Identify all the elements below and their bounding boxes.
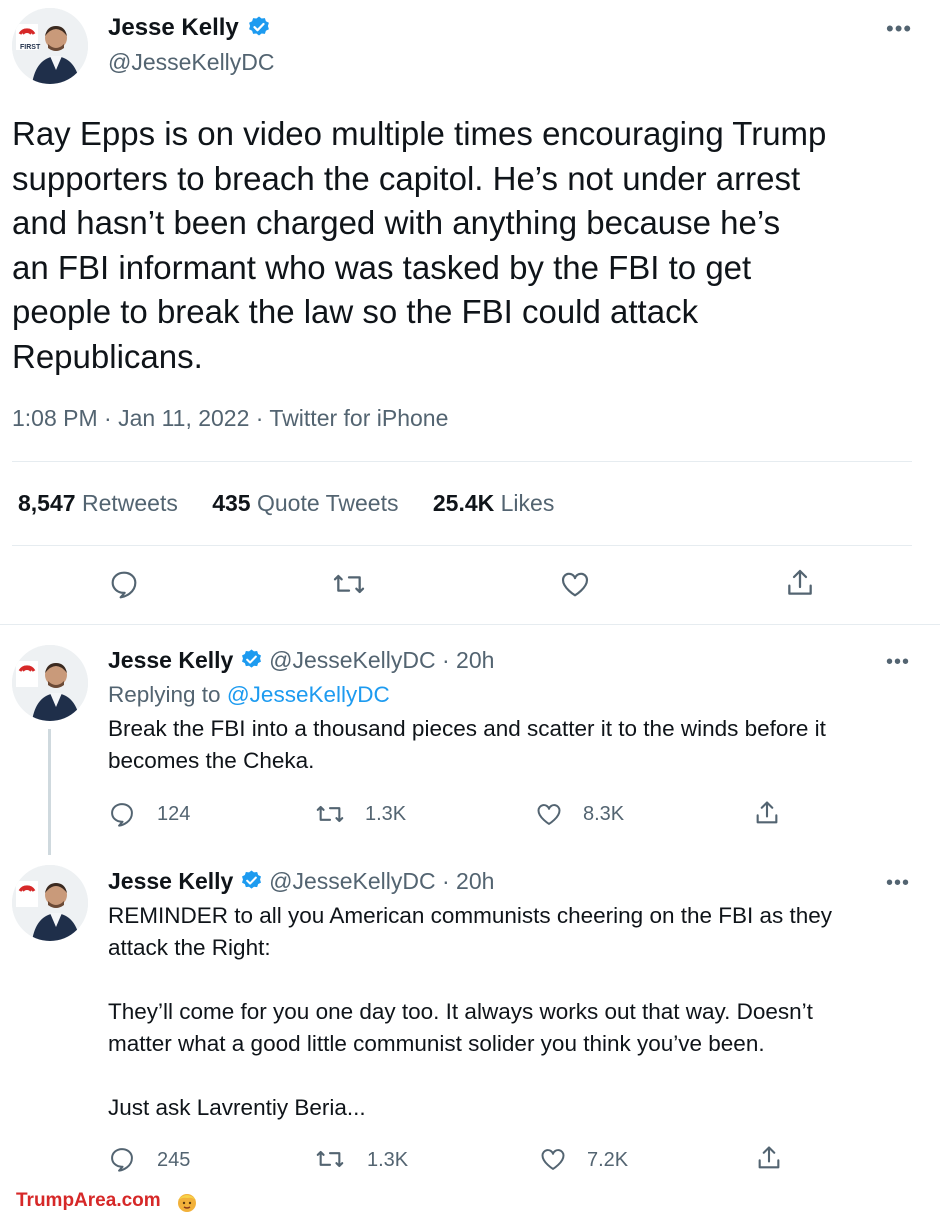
tweet-text: Break the FBI into a thousand pieces and… xyxy=(108,713,908,777)
replying-to: Replying to @JesseKellyDC xyxy=(108,682,390,707)
share-icon[interactable] xyxy=(784,566,816,600)
avatar[interactable] xyxy=(12,645,88,721)
divider xyxy=(12,461,912,462)
reply-count: 245 xyxy=(157,1149,191,1171)
verified-badge-icon xyxy=(241,870,261,890)
retweet-icon[interactable] xyxy=(314,800,346,828)
tweet-text-line: They’ll come for you one day too. It alw… xyxy=(108,999,813,1024)
avatar-photo-icon xyxy=(12,645,88,721)
verified-badge-icon xyxy=(241,649,261,669)
retweet-count: 1.3K xyxy=(365,803,407,825)
watermark-suffix: .com xyxy=(116,1190,161,1212)
display-name[interactable]: Jesse Kelly xyxy=(108,868,233,894)
more-horizontal-icon[interactable]: ••• xyxy=(886,873,910,893)
replying-to-link[interactable]: @JesseKellyDC xyxy=(227,682,390,707)
tweet-text-line: becomes the Cheka. xyxy=(108,748,315,773)
share-icon[interactable] xyxy=(755,1143,783,1173)
like-icon[interactable] xyxy=(538,1145,568,1173)
reply-icon[interactable] xyxy=(108,800,136,828)
like-count: 8.3K xyxy=(583,803,625,825)
reply-icon[interactable] xyxy=(108,568,140,600)
handle-and-time[interactable]: @JesseKellyDC · 20h xyxy=(269,868,494,894)
share-icon[interactable] xyxy=(753,798,781,828)
tweet-text-line: Just ask Lavrentiy Beria... xyxy=(108,1095,366,1120)
tweet-text-line: REMINDER to all you American communists … xyxy=(108,903,833,928)
reply-icon[interactable] xyxy=(108,1145,136,1173)
main-tweet: FIRST Jesse Kelly @JesseKellyDC ••• Ray … xyxy=(0,0,940,625)
tweet-text: Ray Epps is on video multiple times enco… xyxy=(12,112,932,379)
tweet-text-line xyxy=(108,1060,908,1092)
tweet-text-line: matter what a good little communist soli… xyxy=(108,1031,765,1056)
handle[interactable]: @JesseKellyDC xyxy=(108,49,275,76)
like-icon[interactable] xyxy=(558,568,592,600)
thread-connector xyxy=(48,729,51,855)
watermark-text: TrumpArea xyxy=(16,1190,117,1212)
tweet-text-line: attack the Right: xyxy=(108,935,271,960)
tweet-text-line: Ray Epps is on video multiple times enco… xyxy=(12,115,827,152)
quote-tweets-stat[interactable]: 435 Quote Tweets xyxy=(212,490,398,516)
handle-and-time[interactable]: @JesseKellyDC · 20h xyxy=(269,647,494,673)
reply-tweet[interactable]: Jesse Kelly @JesseKellyDC · 20h ••• Repl… xyxy=(0,625,940,855)
reply-count: 124 xyxy=(157,803,191,825)
display-name[interactable]: Jesse Kelly xyxy=(108,14,239,41)
avatar[interactable] xyxy=(12,865,88,941)
retweet-icon[interactable] xyxy=(331,568,367,600)
display-name[interactable]: Jesse Kelly xyxy=(108,647,233,673)
tweet-text-line: Break the FBI into a thousand pieces and… xyxy=(108,716,826,741)
tweet-text-line: an FBI informant who was tasked by the F… xyxy=(12,248,752,286)
trump-face-icon xyxy=(178,1194,197,1212)
tweet-text-line xyxy=(108,964,908,996)
retweet-count: 1.3K xyxy=(367,1149,409,1171)
retweet-icon[interactable] xyxy=(314,1145,346,1173)
avatar-photo-icon xyxy=(12,865,88,941)
divider xyxy=(12,545,912,546)
tweet-text-line: and hasn’t been charged with anything be… xyxy=(12,204,781,241)
tweet-text-line: Republicans. xyxy=(12,337,203,375)
more-horizontal-icon[interactable]: ••• xyxy=(886,18,912,40)
verified-badge-icon xyxy=(249,16,270,36)
retweets-stat[interactable]: 8,547 Retweets xyxy=(18,490,178,516)
watermark-logo: TrumpArea.com xyxy=(16,1190,199,1214)
tweet-text-line: people to break the law so the FBI could… xyxy=(12,293,699,330)
tweet-timestamp[interactable]: 1:08 PM · Jan 11, 2022 · Twitter for iPh… xyxy=(12,405,448,432)
reply-tweet[interactable]: Jesse Kelly @JesseKellyDC · 20h ••• REMI… xyxy=(0,855,940,1190)
more-horizontal-icon[interactable]: ••• xyxy=(886,652,910,672)
tweet-text-line: supporters to breach the capitol. He’s n… xyxy=(12,159,801,197)
avatar-badge: FIRST xyxy=(20,44,41,51)
likes-stat[interactable]: 25.4K Likes xyxy=(433,490,554,516)
tweet-stats: 8,547 Retweets 435 Quote Tweets 25.4K Li… xyxy=(18,490,554,517)
like-count: 7.2K xyxy=(587,1149,629,1171)
tweet-text: REMINDER to all you American communists … xyxy=(108,900,908,1124)
like-icon[interactable] xyxy=(534,800,564,828)
